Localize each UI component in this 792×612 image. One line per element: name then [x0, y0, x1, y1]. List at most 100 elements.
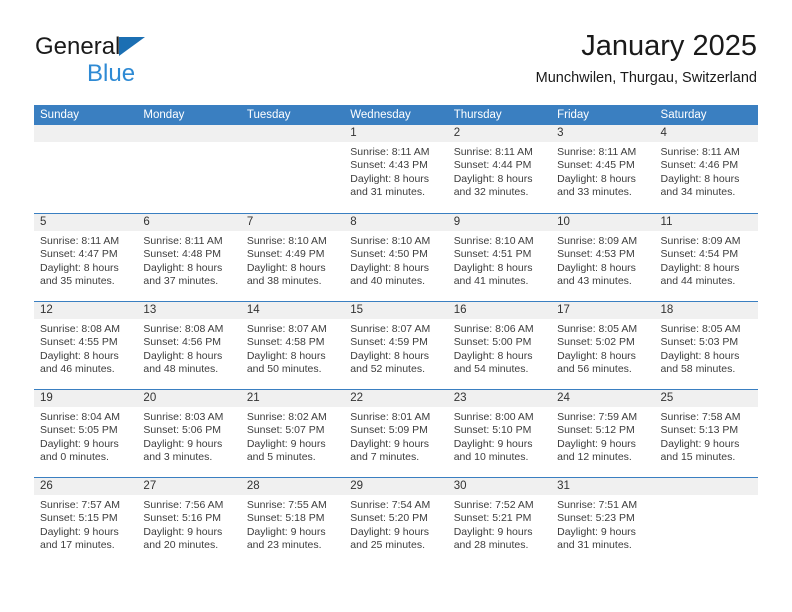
sunset-line: Sunset: 5:06 PM	[143, 424, 222, 437]
sunrise-line: Sunrise: 7:58 AM	[660, 411, 741, 423]
day-cell[interactable]: 2 Sunrise: 8:11 AM Sunset: 4:44 PM Dayli…	[447, 125, 552, 213]
day-number: 10	[551, 214, 655, 231]
sunset-line: Sunset: 5:09 PM	[350, 424, 428, 437]
day-number: 23	[447, 390, 552, 407]
day-number: 1	[344, 125, 448, 142]
sunrise-line: Sunrise: 8:05 AM	[660, 323, 741, 335]
daylight-line: Daylight: 8 hours	[40, 349, 119, 362]
daylight-line: Daylight: 8 hours	[660, 261, 740, 274]
daylight-line: Daylight: 9 hours	[143, 437, 223, 450]
day-number: 3	[551, 125, 655, 142]
day-number: 8	[344, 214, 448, 231]
day-details: Sunrise: 8:05 AM Sunset: 5:02 PM Dayligh…	[551, 319, 654, 389]
day-cell[interactable]: 7 Sunrise: 8:10 AM Sunset: 4:49 PM Dayli…	[240, 214, 345, 301]
day-cell[interactable]: 19 Sunrise: 8:04 AM Sunset: 5:05 PM Dayl…	[34, 390, 138, 477]
day-details: Sunrise: 8:08 AM Sunset: 4:56 PM Dayligh…	[137, 319, 240, 389]
day-cell[interactable]: 5 Sunrise: 8:11 AM Sunset: 4:47 PM Dayli…	[34, 214, 138, 301]
day-cell	[240, 125, 345, 213]
day-details: Sunrise: 8:08 AM Sunset: 4:55 PM Dayligh…	[34, 319, 137, 389]
sunrise-line: Sunrise: 8:08 AM	[40, 323, 120, 335]
general-blue-logo[interactable]: General Blue	[35, 34, 265, 92]
daylight-line-cont: and 44 minutes.	[660, 275, 736, 288]
day-number	[34, 125, 138, 142]
sunrise-line: Sunrise: 7:59 AM	[557, 411, 638, 423]
day-cell[interactable]: 23 Sunrise: 8:00 AM Sunset: 5:10 PM Dayl…	[447, 390, 552, 477]
day-cell[interactable]: 28 Sunrise: 7:55 AM Sunset: 5:18 PM Dayl…	[240, 478, 345, 565]
sunset-line: Sunset: 5:23 PM	[557, 512, 635, 525]
day-details	[34, 142, 137, 213]
daylight-line: Daylight: 8 hours	[350, 172, 430, 185]
day-cell[interactable]: 31 Sunrise: 7:51 AM Sunset: 5:23 PM Dayl…	[551, 478, 655, 565]
day-cell	[34, 125, 138, 213]
day-cell[interactable]: 9 Sunrise: 8:10 AM Sunset: 4:51 PM Dayli…	[447, 214, 552, 301]
day-cell[interactable]: 26 Sunrise: 7:57 AM Sunset: 5:15 PM Dayl…	[34, 478, 138, 565]
daylight-line: Daylight: 8 hours	[453, 172, 533, 185]
daylight-line-cont: and 34 minutes.	[660, 186, 736, 199]
day-cell[interactable]: 24 Sunrise: 7:59 AM Sunset: 5:12 PM Dayl…	[551, 390, 655, 477]
day-number: 27	[137, 478, 241, 495]
sunset-line: Sunset: 5:00 PM	[453, 336, 532, 349]
daylight-line-cont: and 48 minutes.	[143, 363, 219, 376]
day-cell[interactable]: 10 Sunrise: 8:09 AM Sunset: 4:53 PM Dayl…	[551, 214, 655, 301]
sunrise-line: Sunrise: 8:11 AM	[40, 235, 120, 247]
day-cell[interactable]: 3 Sunrise: 8:11 AM Sunset: 4:45 PM Dayli…	[551, 125, 655, 213]
day-cell[interactable]: 16 Sunrise: 8:06 AM Sunset: 5:00 PM Dayl…	[447, 302, 552, 389]
sunset-line: Sunset: 5:18 PM	[246, 512, 325, 525]
daylight-line-cont: and 43 minutes.	[557, 275, 632, 288]
sunrise-line: Sunrise: 7:52 AM	[453, 499, 534, 511]
daylight-line-cont: and 38 minutes.	[246, 275, 322, 288]
day-cell[interactable]: 15 Sunrise: 8:07 AM Sunset: 4:59 PM Dayl…	[344, 302, 448, 389]
day-cell[interactable]: 18 Sunrise: 8:05 AM Sunset: 5:03 PM Dayl…	[654, 302, 758, 389]
day-cell[interactable]: 13 Sunrise: 8:08 AM Sunset: 4:56 PM Dayl…	[137, 302, 241, 389]
day-details: Sunrise: 8:00 AM Sunset: 5:10 PM Dayligh…	[448, 407, 551, 477]
day-number: 15	[344, 302, 448, 319]
day-cell[interactable]: 27 Sunrise: 7:56 AM Sunset: 5:16 PM Dayl…	[137, 478, 241, 565]
day-details: Sunrise: 7:58 AM Sunset: 5:13 PM Dayligh…	[655, 407, 758, 477]
daylight-line-cont: and 35 minutes.	[40, 275, 115, 288]
day-cell[interactable]: 17 Sunrise: 8:05 AM Sunset: 5:02 PM Dayl…	[551, 302, 655, 389]
daylight-line: Daylight: 8 hours	[557, 349, 636, 362]
day-cell[interactable]: 25 Sunrise: 7:58 AM Sunset: 5:13 PM Dayl…	[654, 390, 758, 477]
day-number	[137, 125, 241, 142]
sunrise-line: Sunrise: 8:11 AM	[350, 146, 430, 158]
day-cell[interactable]: 14 Sunrise: 8:07 AM Sunset: 4:58 PM Dayl…	[240, 302, 345, 389]
day-details: Sunrise: 8:05 AM Sunset: 5:03 PM Dayligh…	[655, 319, 758, 389]
sunrise-line: Sunrise: 8:02 AM	[246, 411, 327, 423]
day-cell[interactable]: 21 Sunrise: 8:02 AM Sunset: 5:07 PM Dayl…	[240, 390, 345, 477]
day-cell[interactable]: 12 Sunrise: 8:08 AM Sunset: 4:55 PM Dayl…	[34, 302, 138, 389]
day-details: Sunrise: 7:57 AM Sunset: 5:15 PM Dayligh…	[34, 495, 137, 565]
day-number: 25	[654, 390, 758, 407]
day-details	[137, 142, 240, 213]
day-cell[interactable]: 22 Sunrise: 8:01 AM Sunset: 5:09 PM Dayl…	[344, 390, 448, 477]
weekday-header-wednesday: Wednesday	[350, 109, 411, 121]
daylight-line: Daylight: 8 hours	[350, 349, 430, 362]
sunset-line: Sunset: 4:59 PM	[350, 336, 428, 349]
day-cell[interactable]: 4 Sunrise: 8:11 AM Sunset: 4:46 PM Dayli…	[654, 125, 758, 213]
day-cell[interactable]: 1 Sunrise: 8:11 AM Sunset: 4:43 PM Dayli…	[344, 125, 448, 213]
sunrise-line: Sunrise: 7:51 AM	[557, 499, 638, 511]
day-cell[interactable]: 11 Sunrise: 8:09 AM Sunset: 4:54 PM Dayl…	[654, 214, 758, 301]
day-number	[654, 478, 758, 495]
day-details: Sunrise: 8:04 AM Sunset: 5:05 PM Dayligh…	[34, 407, 137, 477]
day-cell[interactable]: 6 Sunrise: 8:11 AM Sunset: 4:48 PM Dayli…	[137, 214, 241, 301]
day-cell[interactable]: 30 Sunrise: 7:52 AM Sunset: 5:21 PM Dayl…	[447, 478, 552, 565]
day-number: 20	[137, 390, 241, 407]
calendar-grid: Sunday Monday Tuesday Wednesday Thursday…	[34, 105, 758, 565]
sunset-line: Sunset: 5:03 PM	[660, 336, 739, 349]
sunrise-line: Sunrise: 8:07 AM	[246, 323, 327, 335]
sunset-line: Sunset: 4:48 PM	[143, 248, 222, 261]
daylight-line: Daylight: 8 hours	[660, 172, 740, 185]
sunset-line: Sunset: 4:44 PM	[453, 159, 532, 172]
daylight-line-cont: and 12 minutes.	[557, 451, 632, 464]
day-cell[interactable]: 20 Sunrise: 8:03 AM Sunset: 5:06 PM Dayl…	[137, 390, 241, 477]
day-cell[interactable]: 8 Sunrise: 8:10 AM Sunset: 4:50 PM Dayli…	[344, 214, 448, 301]
week-row: 12 Sunrise: 8:08 AM Sunset: 4:55 PM Dayl…	[34, 301, 758, 389]
daylight-line-cont: and 31 minutes.	[557, 539, 632, 552]
sunrise-line: Sunrise: 8:04 AM	[40, 411, 120, 423]
day-cell[interactable]: 29 Sunrise: 7:54 AM Sunset: 5:20 PM Dayl…	[344, 478, 448, 565]
day-number: 21	[240, 390, 345, 407]
sunrise-line: Sunrise: 8:05 AM	[557, 323, 638, 335]
sunset-line: Sunset: 4:55 PM	[40, 336, 118, 349]
daylight-line-cont: and 20 minutes.	[143, 539, 219, 552]
daylight-line-cont: and 37 minutes.	[143, 275, 219, 288]
